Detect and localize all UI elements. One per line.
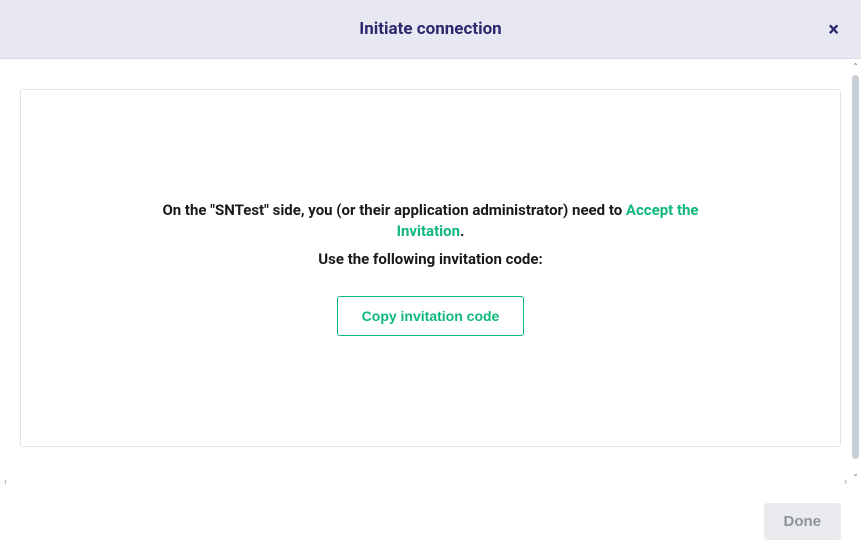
content-area: On the "SNTest" side, you (or their appl… bbox=[0, 59, 861, 491]
dialog-title: Initiate connection bbox=[359, 19, 501, 39]
sub-instruction: Use the following invitation code: bbox=[318, 250, 542, 268]
dialog-footer: Done bbox=[0, 491, 861, 551]
instruction-after: . bbox=[460, 222, 464, 240]
instruction-before: On the "SNTest" side, you (or their appl… bbox=[162, 201, 625, 219]
scroll-left-icon[interactable]: ‹ bbox=[4, 478, 7, 487]
close-icon[interactable]: × bbox=[828, 19, 839, 39]
horizontal-scrollbar[interactable]: ‹ › bbox=[4, 477, 847, 487]
scroll-thumb-vertical[interactable] bbox=[852, 75, 859, 459]
vertical-scrollbar[interactable]: ⌃ ⌄ bbox=[852, 63, 859, 478]
instruction-panel: On the "SNTest" side, you (or their appl… bbox=[20, 89, 841, 447]
copy-invitation-code-button[interactable]: Copy invitation code bbox=[337, 296, 525, 336]
scroll-down-icon[interactable]: ⌄ bbox=[852, 470, 859, 478]
done-button[interactable]: Done bbox=[764, 503, 842, 540]
instruction-text: On the "SNTest" side, you (or their appl… bbox=[131, 200, 731, 242]
scroll-right-icon[interactable]: › bbox=[844, 478, 847, 487]
dialog-header: Initiate connection × bbox=[0, 0, 861, 59]
scroll-up-icon[interactable]: ⌃ bbox=[852, 63, 859, 71]
